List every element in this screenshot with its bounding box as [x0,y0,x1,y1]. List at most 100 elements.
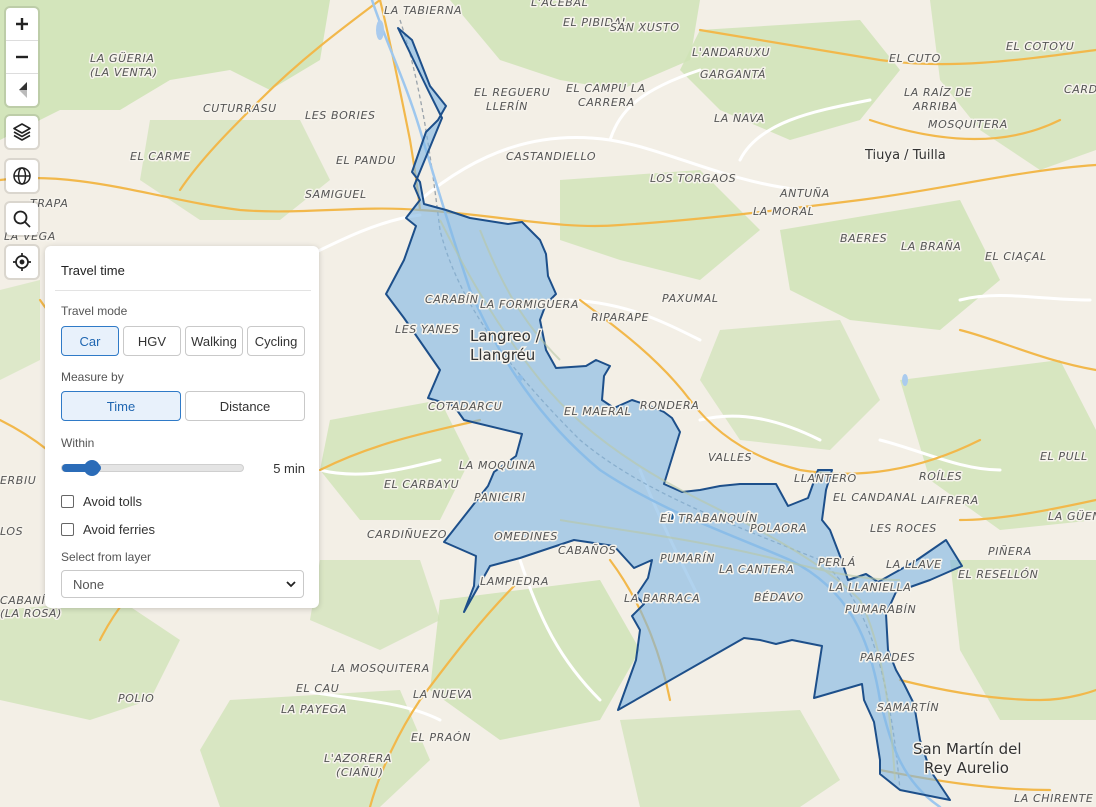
place-label: LA LLANIELLA [829,581,911,594]
place-label: CARDA [1064,83,1096,96]
place-label: EL MAERAL [564,405,631,418]
place-label: LA NUEVA [413,688,472,701]
place-label: CUTURRASU [203,102,277,115]
place-label: LLANTERO [794,472,857,485]
zoom-control [6,8,38,106]
avoid-tolls-label: Avoid tolls [83,494,143,509]
place-label: LLERÍN [486,100,528,113]
layers-icon [13,123,31,141]
zoom-in-button[interactable] [6,8,38,40]
mode-hgv-button[interactable]: HGV [123,326,181,356]
place-label: LA NAVA [714,112,765,125]
place-label: LA MORAL [753,205,814,218]
place-label: PERLÁ [818,556,856,569]
measure-distance-button[interactable]: Distance [185,391,305,421]
place-label: ERBIU [0,474,36,487]
within-value: 5 min [273,461,305,476]
search-control [6,203,38,235]
place-label: PIÑERA [988,545,1032,558]
measure-time-button[interactable]: Time [61,391,181,421]
town-label-langreo-sub: Llangréu [470,346,535,364]
place-label: RONDERA [640,399,699,412]
place-label: LA FORMIGUERA [480,298,579,311]
place-label: PUMARABÍN [845,603,916,616]
place-label: ARRIBA [912,100,958,113]
place-label: ROÍLES [919,470,962,483]
place-label: SAMIGUEL [305,188,367,201]
place-label: LA CHIRENTE [1014,792,1093,805]
place-label: LAMPIEDRA [480,575,549,588]
avoid-ferries-box[interactable] [61,523,74,536]
place-label: BAERES [840,232,887,245]
place-label: L'AZORERA [324,752,392,765]
globe-control [6,160,38,192]
avoid-ferries-checkbox[interactable]: Avoid ferries [61,522,155,537]
zoom-out-button[interactable] [6,40,38,73]
place-label: EL CAU [296,682,339,695]
chevron-down-icon [286,581,296,588]
place-label: BÉDAVO [754,591,804,604]
place-label: CARRERA [578,96,635,109]
place-label: LAIFRERA [921,494,979,507]
place-label: EL RESELLÓN [958,568,1039,581]
place-label: PUMARÍN [660,552,715,565]
avoid-tolls-checkbox[interactable]: Avoid tolls [61,494,142,509]
mode-car-button[interactable]: Car [61,326,119,356]
place-label: LOS [0,525,23,538]
crosshair-icon [13,253,31,271]
place-label: CASTANDIELLO [506,150,596,163]
town-label-tuilla: Tiuya / Tuilla [864,148,946,163]
compass-button[interactable] [6,73,38,106]
place-label: SAMARTÍN [877,701,939,714]
place-label: EL CAMPU LA [566,82,646,95]
place-label: COTADARCU [428,400,502,413]
place-label: CABAÑOS [558,544,616,557]
place-label: EL CUTO [889,52,941,65]
travel-mode-label: Travel mode [61,304,128,318]
town-label-langreo: Langreo / [470,327,542,345]
measure-by-label: Measure by [61,370,124,384]
place-label: SAN XUSTO [610,21,680,34]
select-layer-value: None [73,576,105,592]
within-label: Within [61,436,95,450]
place-label: LA MOSQUITERA [331,662,430,675]
place-label: OMEDINES [494,530,558,543]
mode-walking-button[interactable]: Walking [185,326,243,356]
layers-button[interactable] [6,116,38,148]
place-label: LA BRAÑA [901,240,961,253]
place-label: CARDIÑUEZO [367,528,447,541]
globe-button[interactable] [6,160,38,192]
avoid-ferries-label: Avoid ferries [83,522,156,537]
place-label: POLAORA [750,522,807,535]
place-label: PANICIRI [474,491,526,504]
locate-button[interactable] [6,246,38,278]
plus-icon [16,18,28,30]
place-label: POLIO [118,692,154,705]
place-label: EL CARBAYU [384,478,459,491]
place-label: LA CANTERA [719,563,794,576]
within-slider-knob[interactable] [84,460,101,476]
place-label: (LA ROSA) [0,607,62,620]
place-label: LOS TORGAOS [650,172,736,185]
select-layer-label: Select from layer [61,550,152,564]
place-label: EL CANDANAL [833,491,918,504]
place-label: MOSQUITERA [928,118,1008,131]
place-label: EL PULL [1040,450,1088,463]
place-label: LES YANES [395,323,460,336]
select-layer-dropdown[interactable]: None [61,570,304,598]
place-label: CARABÍN [425,293,479,306]
place-label: L'ANDARUXU [692,46,770,59]
place-label: EL CIAÇAL [985,250,1047,263]
search-button[interactable] [6,203,38,235]
town-label-san-martin-sub: Rey Aurelio [924,759,1009,777]
avoid-tolls-box[interactable] [61,495,74,508]
mode-cycling-button[interactable]: Cycling [247,326,305,356]
place-label: EL TRABANQUÍN [660,512,758,525]
place-label: RIPARAPE [591,311,649,324]
place-label: EL CARME [130,150,191,163]
place-label: LA PAYEGA [281,703,347,716]
locate-control [6,246,38,278]
place-label: (CIAÑU) [336,766,384,779]
place-label: (LA VENTA) [90,66,158,79]
compass-icon [19,82,27,98]
